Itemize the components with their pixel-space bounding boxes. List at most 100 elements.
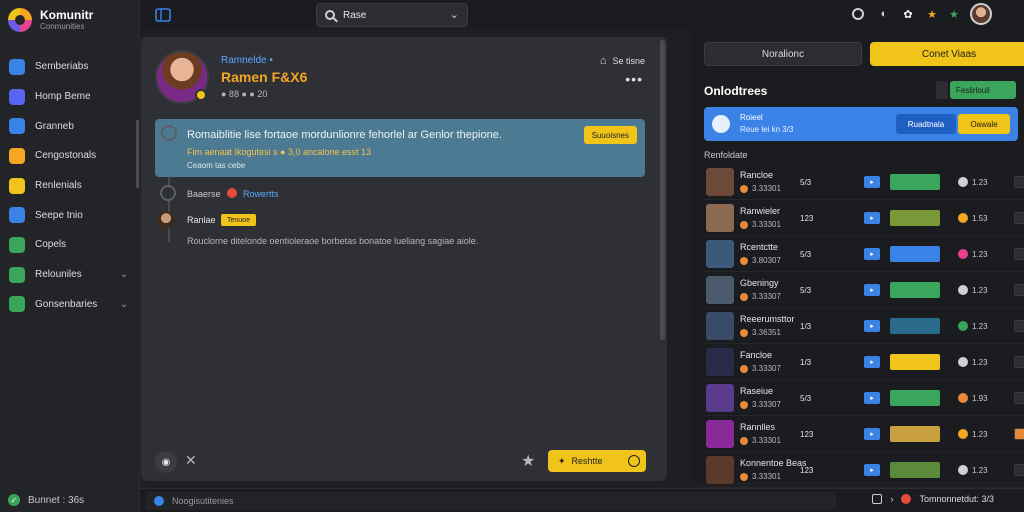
badge-icon (195, 89, 207, 101)
brand[interactable]: Komunitr Conmunities (8, 6, 138, 34)
profile-name[interactable]: Ramnelde • (221, 55, 273, 66)
reaction-icon[interactable] (958, 285, 968, 295)
main-scrollbar[interactable] (660, 40, 665, 340)
search-box[interactable]: ⌄ (316, 3, 468, 27)
list-item[interactable]: Rancloe 3.33301 5/3 ▸ 1.23 (704, 164, 1024, 200)
sidebar-item-7[interactable]: Relouniles ⌄ (0, 260, 140, 290)
search-input[interactable] (343, 9, 443, 21)
highlight-title: Romaiblitie lise fortaoe mordunlionre fe… (187, 129, 502, 141)
item-action-icon[interactable] (1014, 248, 1024, 260)
sidebar-item-5[interactable]: Seepe tnio (0, 200, 140, 230)
list-item[interactable]: Fancloe 3.33307 1/3 ▸ 1.23 (704, 344, 1024, 380)
item-score: 1.23 (972, 250, 988, 259)
item-action-icon[interactable] (1014, 284, 1024, 296)
more-options-icon[interactable]: ••• (625, 71, 643, 87)
clock-icon (628, 455, 640, 467)
chevron-down-icon[interactable]: ⌄ (450, 8, 459, 21)
reaction-icon[interactable] (958, 393, 968, 403)
filter-toggle-icon[interactable] (936, 81, 948, 99)
reaction-icon[interactable] (958, 213, 968, 223)
item-meta: 3.36351 (740, 328, 781, 337)
coin-icon (740, 292, 748, 301)
item-action-icon[interactable] (1014, 464, 1024, 476)
reaction-icon[interactable] (958, 321, 968, 331)
item-action-icon[interactable] (1014, 176, 1024, 188)
list-item[interactable]: Konnentoe Beas 3.33301 123 ▸ 1.23 (704, 452, 1024, 488)
highlight-post[interactable]: Romaiblitie lise fortaoe mordunlionre fe… (155, 119, 645, 177)
tab-featured[interactable]: Conet Viaas (870, 42, 1024, 66)
list-item[interactable]: Raseiue 3.33307 5/3 ▸ 1.93 (704, 380, 1024, 416)
sidebar-scrollbar[interactable] (136, 120, 139, 188)
reaction-icon[interactable] (958, 249, 968, 259)
record-icon[interactable] (852, 8, 864, 20)
sidebar: Komunitr Conmunities Semberiabs Homp Beme… (0, 0, 140, 512)
item-score: 1.23 (972, 430, 988, 439)
main-panel: Ramnelde • Ramen F&X6 ● 88 ● ● 20 ⌂ Se t… (141, 37, 667, 481)
chat-icon (9, 58, 25, 75)
item-action-icon[interactable] (1014, 392, 1024, 404)
view-icon[interactable]: ▸ (864, 356, 880, 368)
chevron-down-icon[interactable]: ⌄ (120, 299, 128, 310)
view-icon[interactable]: ▸ (864, 392, 880, 404)
view-icon[interactable]: ▸ (864, 212, 880, 224)
view-icon[interactable]: ▸ (864, 284, 880, 296)
view-icon[interactable]: ▸ (864, 176, 880, 188)
reward-icon[interactable]: ★ (924, 6, 940, 22)
promo-card[interactable]: Roieel Reue lei kn 3/3 Ruadtnala Oawale (704, 107, 1018, 141)
clock-icon[interactable]: ◐ (876, 6, 892, 22)
schedule-button[interactable]: ✦ Reshtte (548, 450, 646, 472)
user-avatar[interactable] (970, 3, 992, 25)
filter-button[interactable]: Feslirlouli (950, 81, 1016, 99)
list-item[interactable]: Rcentctte 3.80307 5/3 ▸ 1.23 (704, 236, 1024, 272)
sidebar-item-6[interactable]: Copels (0, 230, 140, 260)
item-action-icon[interactable] (1014, 320, 1024, 332)
item-count: 123 (800, 214, 814, 223)
bottom-status[interactable]: › Tomnonnetdut: 3/3 (872, 494, 994, 504)
view-icon[interactable]: ▸ (864, 428, 880, 440)
list-item[interactable]: Reeerumsttor 3.36351 1/3 ▸ 1.23 (704, 308, 1024, 344)
sidebar-item-3[interactable]: Cengostonals (0, 141, 140, 171)
star-icon[interactable]: ★ (521, 451, 535, 471)
promo-secondary-button[interactable]: Ruadtnala (896, 114, 956, 134)
reaction-icon[interactable] (958, 465, 968, 475)
list-item[interactable]: Ranwieler 3.33301 123 ▸ 1.53 (704, 200, 1024, 236)
view-icon[interactable]: ▸ (864, 464, 880, 476)
sidebar-item-1[interactable]: Homp Beme (0, 82, 140, 112)
commenter-avatar[interactable] (157, 211, 175, 229)
favorite-icon[interactable]: ★ (946, 6, 962, 22)
view-icon[interactable]: ▸ (864, 320, 880, 332)
sidebar-item-2[interactable]: Granneb (0, 111, 140, 141)
preview-strip (890, 426, 940, 442)
promo-primary-button[interactable]: Oawale (958, 114, 1010, 134)
item-action-icon[interactable] (1014, 356, 1024, 368)
item-action-icon[interactable] (1014, 428, 1024, 440)
list-item[interactable]: Rannlles 3.33301 123 ▸ 1.23 (704, 416, 1024, 452)
tab-normal[interactable]: Noralionc (704, 42, 862, 66)
reaction-icon[interactable] (958, 357, 968, 367)
item-meta: 3.33301 (740, 184, 781, 193)
highlight-action-button[interactable]: Suuoisnes (583, 126, 637, 144)
layout-toggle-icon[interactable] (154, 5, 172, 25)
preview-strip (890, 354, 940, 370)
bottom-input[interactable]: Noogisutitenies (146, 492, 836, 510)
item-meta: 3.33307 (740, 292, 781, 301)
sidebar-item-label: Renlenials (35, 180, 82, 192)
activity-link[interactable]: Rowertts (243, 189, 279, 199)
reaction-icon[interactable] (958, 429, 968, 439)
reaction-icon[interactable] (958, 177, 968, 187)
follow-button[interactable]: ⌂ Se tisne (600, 55, 645, 67)
sidebar-item-4[interactable]: Renlenials (0, 171, 140, 201)
sidebar-footer[interactable]: ✓ Bunnet : 36s (8, 492, 84, 508)
close-icon[interactable]: ✕ (185, 452, 197, 469)
sidebar-item-0[interactable]: Semberiabs (0, 52, 140, 82)
attach-icon[interactable]: ◉ (155, 451, 177, 473)
sidebar-item-8[interactable]: Gonsenbaries ⌄ (0, 290, 140, 320)
puzzle-icon[interactable]: ✿ (900, 6, 916, 22)
view-icon[interactable]: ▸ (864, 248, 880, 260)
online-status-icon: ✓ (8, 494, 20, 506)
item-action-icon[interactable] (1014, 212, 1024, 224)
item-meta: 3.33307 (740, 364, 781, 373)
chevron-down-icon[interactable]: ⌄ (120, 269, 128, 280)
list-item[interactable]: Gbeningy 3.33307 5/3 ▸ 1.23 (704, 272, 1024, 308)
commenter-name[interactable]: Ranlae (187, 215, 216, 225)
